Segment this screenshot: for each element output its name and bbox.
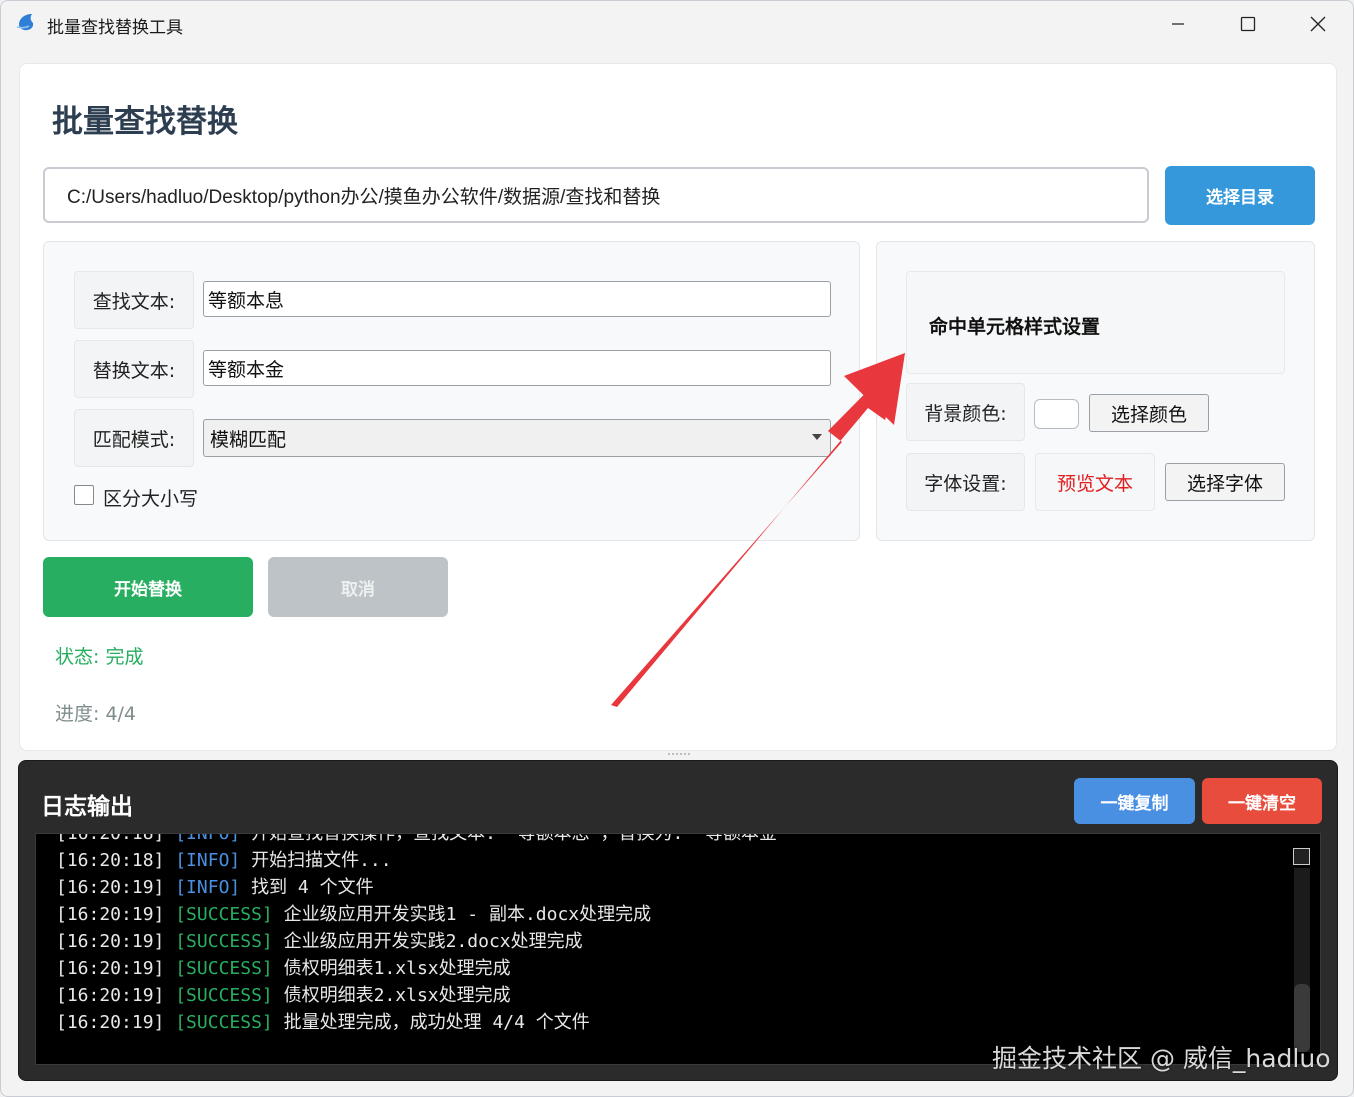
log-line: [16:20:19] [SUCCESS] 债权明细表1.xlsx处理完成 [56, 955, 788, 982]
style-panel-title: 命中单元格样式设置 [929, 316, 1101, 338]
log-line: [16:20:19] [SUCCESS] 企业级应用开发实践2.docx处理完成 [56, 928, 788, 955]
log-level: [SUCCESS] [175, 904, 273, 925]
find-text-input[interactable] [203, 281, 831, 317]
hit-cell-style-panel: 命中单元格样式设置 背景颜色: 选择颜色 字体设置: 预览文本 选择字体 [876, 241, 1315, 541]
main-card: 批量查找替换 选择目录 查找文本: 替换文本: 匹配模式: 模糊匹配 区分大小写… [19, 63, 1337, 751]
search-options-panel: 查找文本: 替换文本: 匹配模式: 模糊匹配 区分大小写 [43, 241, 860, 541]
scroll-up-icon[interactable] [1293, 848, 1310, 865]
log-time: [16:20:19] [56, 958, 165, 979]
log-level: [INFO] [175, 833, 241, 844]
log-level: [SUCCESS] [175, 985, 273, 1006]
replace-text-label: 替换文本: [74, 340, 194, 398]
start-replace-button[interactable]: 开始替换 [43, 557, 253, 617]
window-title: 批量查找替换工具 [47, 18, 183, 38]
watermark-text: 掘金技术社区 @ 威信_hadluo [992, 1044, 1331, 1073]
case-sensitive-checkbox[interactable] [74, 485, 94, 505]
maximize-button[interactable] [1213, 1, 1283, 47]
log-time: [16:20:18] [56, 833, 165, 844]
log-message: 开始查找替换操作，查找文本: '等额本息'，替换为: '等额本金' [251, 833, 788, 844]
app-logo-icon [16, 14, 34, 31]
log-message: 找到 4 个文件 [251, 877, 374, 898]
log-message: 开始扫描文件... [251, 850, 392, 871]
log-message: 企业级应用开发实践1 - 副本.docx处理完成 [283, 904, 652, 925]
log-time: [16:20:19] [56, 931, 165, 952]
match-mode-select[interactable]: 模糊匹配 [203, 419, 831, 457]
font-settings-label: 字体设置: [906, 453, 1025, 511]
background-color-swatch [1034, 399, 1079, 429]
log-level: [INFO] [175, 877, 241, 898]
log-line: [16:20:19] [SUCCESS] 债权明细表2.xlsx处理完成 [56, 982, 788, 1009]
match-mode-label: 匹配模式: [74, 409, 194, 467]
log-level: [SUCCESS] [175, 958, 273, 979]
minimize-button[interactable] [1143, 1, 1213, 47]
page-title: 批量查找替换 [52, 104, 238, 140]
status-text: 状态: 完成 [55, 646, 144, 668]
minimize-icon [1172, 23, 1184, 25]
select-directory-button[interactable]: 选择目录 [1165, 166, 1315, 225]
replace-text-input[interactable] [203, 350, 831, 386]
title-bar: 批量查找替换工具 [1, 1, 1353, 47]
background-color-label: 背景颜色: [906, 383, 1025, 441]
log-message: 债权明细表1.xlsx处理完成 [283, 958, 511, 979]
log-time: [16:20:19] [56, 877, 165, 898]
log-level: [SUCCESS] [175, 931, 273, 952]
log-line: [16:20:18] [INFO] 开始查找替换操作，查找文本: '等额本息'，… [56, 833, 788, 847]
log-message: 批量处理完成，成功处理 4/4 个文件 [283, 1012, 590, 1033]
log-level: [SUCCESS] [175, 1012, 273, 1033]
case-sensitive-label: 区分大小写 [103, 488, 199, 510]
clear-log-button[interactable]: 一键清空 [1202, 778, 1322, 824]
maximize-icon [1240, 16, 1256, 32]
log-lines: [16:20:18] [INFO] 开始查找替换操作，查找文本: '等额本息'，… [56, 833, 788, 1036]
choose-font-button[interactable]: 选择字体 [1165, 463, 1285, 501]
log-line: [16:20:19] [INFO] 找到 4 个文件 [56, 874, 788, 901]
close-button[interactable] [1283, 1, 1353, 47]
chevron-down-icon [812, 434, 822, 440]
find-text-label: 查找文本: [74, 271, 194, 329]
log-time: [16:20:19] [56, 904, 165, 925]
log-title: 日志输出 [41, 794, 133, 820]
splitter-handle[interactable] [667, 752, 691, 756]
log-panel: 日志输出 一键复制 一键清空 [16:20:18] [INFO] 开始查找替换操… [18, 760, 1338, 1081]
log-time: [16:20:19] [56, 1012, 165, 1033]
log-time: [16:20:19] [56, 985, 165, 1006]
log-message: 企业级应用开发实践2.docx处理完成 [283, 931, 583, 952]
cancel-button[interactable]: 取消 [268, 557, 448, 617]
log-message: 债权明细表2.xlsx处理完成 [283, 985, 511, 1006]
copy-log-button[interactable]: 一键复制 [1074, 778, 1195, 824]
style-panel-header: 命中单元格样式设置 [906, 271, 1285, 374]
progress-text: 进度: 4/4 [55, 703, 137, 725]
log-time: [16:20:18] [56, 850, 165, 871]
font-preview-text: 预览文本 [1035, 453, 1155, 511]
log-output-area[interactable]: [16:20:18] [INFO] 开始查找替换操作，查找文本: '等额本息'，… [35, 833, 1321, 1065]
log-line: [16:20:19] [SUCCESS] 企业级应用开发实践1 - 副本.doc… [56, 901, 788, 928]
match-mode-value: 模糊匹配 [210, 428, 287, 451]
app-window: 批量查找替换工具 批量查找替换 选择目录 查找文本: 替换文本: 匹配模式: 模… [0, 0, 1354, 1097]
log-line: [16:20:18] [INFO] 开始扫描文件... [56, 847, 788, 874]
directory-path-input[interactable] [43, 167, 1149, 223]
log-level: [INFO] [175, 850, 241, 871]
close-icon [1310, 16, 1326, 32]
choose-color-button[interactable]: 选择颜色 [1089, 394, 1209, 432]
log-line: [16:20:19] [SUCCESS] 批量处理完成，成功处理 4/4 个文件 [56, 1009, 788, 1036]
